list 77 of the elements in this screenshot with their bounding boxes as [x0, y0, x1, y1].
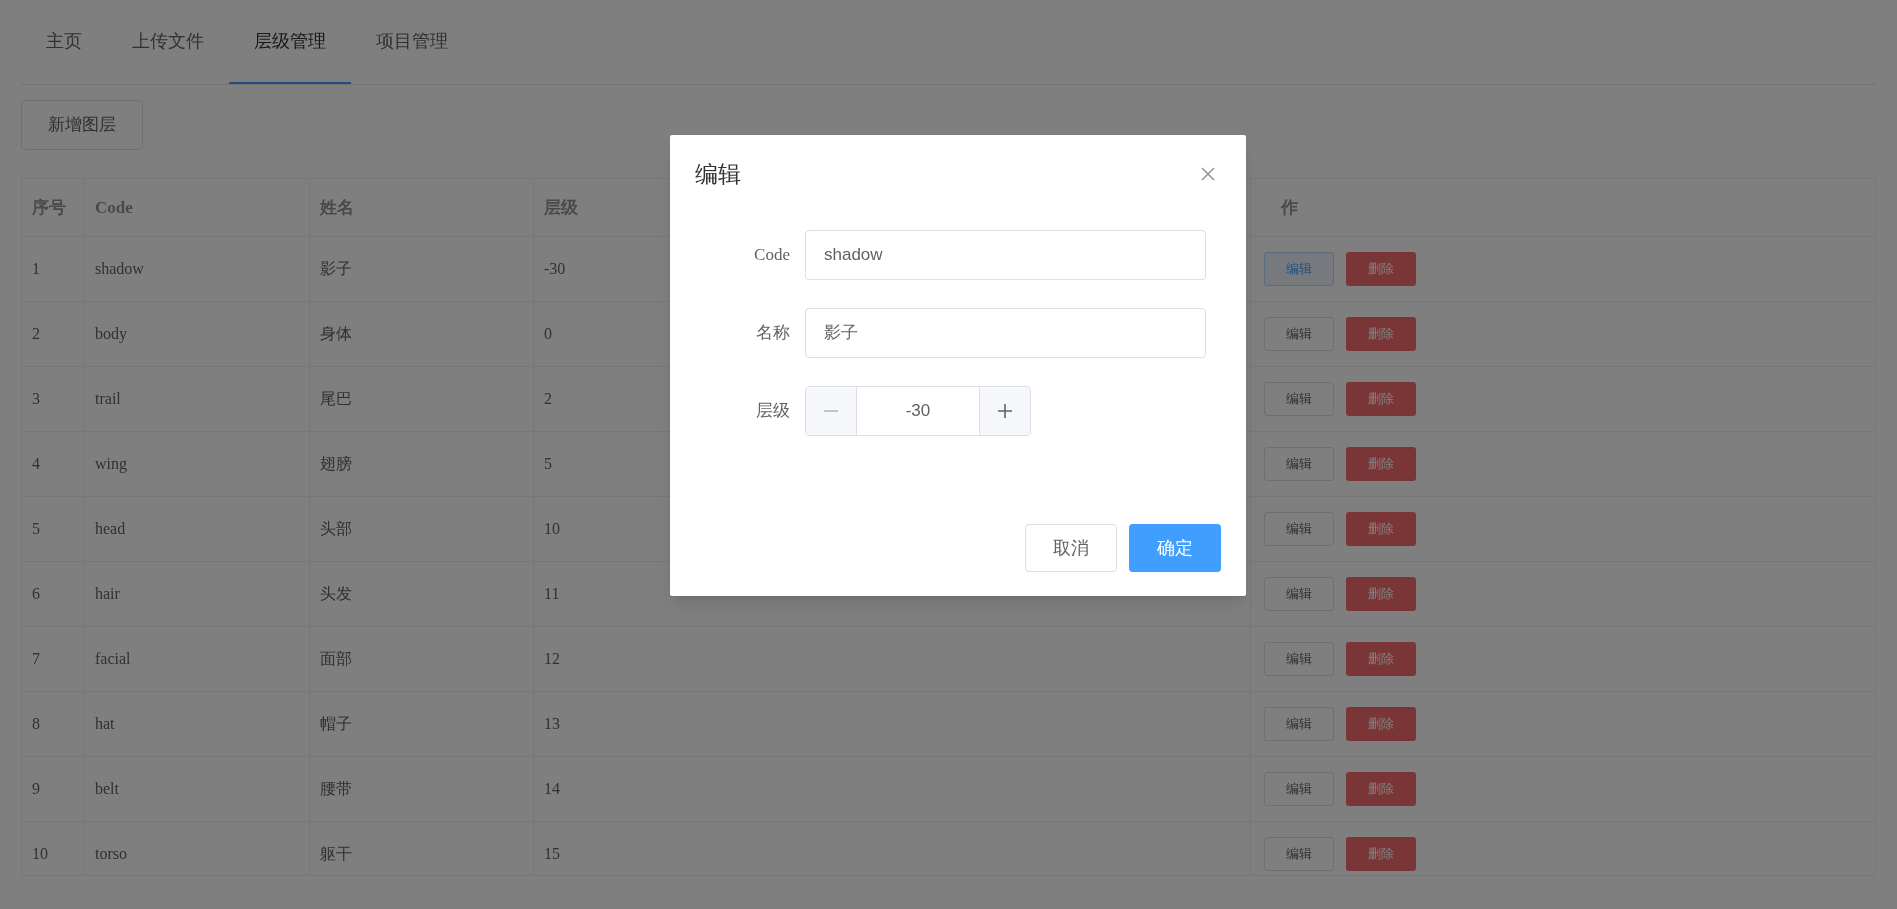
- table-cell-text: head: [95, 519, 126, 539]
- table-cell-text: 5: [32, 519, 40, 539]
- table-cell-text: 5: [544, 454, 552, 474]
- table-cell-text: 面部: [320, 649, 352, 669]
- table-cell-text: 腰带: [320, 779, 352, 799]
- delete-button[interactable]: 删除: [1346, 512, 1416, 546]
- table-cell-text: 10: [32, 844, 48, 864]
- delete-button[interactable]: 删除: [1346, 447, 1416, 481]
- table-cell-text: 躯干: [320, 844, 352, 864]
- edit-button[interactable]: 编辑: [1264, 512, 1334, 546]
- table-cell-text: body: [95, 324, 127, 345]
- text-input[interactable]: shadow: [805, 229, 1206, 280]
- table-cell-text: 翅膀: [320, 454, 352, 474]
- table-cell-text: 2: [544, 389, 552, 409]
- dialog-title: 编辑: [695, 160, 741, 189]
- table-cell-text: 15: [544, 844, 560, 864]
- table-cell-text: 1: [32, 259, 40, 279]
- edit-button[interactable]: 编辑: [1264, 317, 1334, 351]
- nav-tab[interactable]: 项目管理: [351, 0, 473, 84]
- delete-button[interactable]: 删除: [1346, 252, 1416, 286]
- edit-button[interactable]: 编辑: [1264, 707, 1334, 741]
- table-cell-text: 影子: [320, 259, 352, 279]
- edit-button[interactable]: 编辑: [1264, 642, 1334, 676]
- delete-button[interactable]: 删除: [1346, 577, 1416, 611]
- edit-button[interactable]: 编辑: [1264, 447, 1334, 481]
- cancel-button[interactable]: 取消: [1025, 524, 1117, 572]
- field-label: 名称: [756, 321, 790, 344]
- delete-button[interactable]: 删除: [1346, 837, 1416, 871]
- table-cell-text: -30: [544, 259, 566, 279]
- table-cell-text: hair: [95, 584, 120, 604]
- delete-button[interactable]: 删除: [1346, 772, 1416, 806]
- table-cell-text: 身体: [320, 324, 352, 344]
- table-cell-text: 3: [32, 389, 40, 409]
- table-cell-text: trail: [95, 389, 121, 409]
- field-label: Code: [754, 243, 790, 266]
- table-cell-text: 头部: [320, 519, 352, 539]
- table-cell-text: 帽子: [320, 714, 352, 734]
- table-cell-text: 9: [32, 779, 40, 799]
- table-cell-text: 6: [32, 584, 40, 604]
- number-value: -30: [905, 399, 931, 422]
- table-cell-text: 2: [32, 324, 40, 344]
- number-stepper[interactable]: -30: [805, 385, 1031, 436]
- edit-button[interactable]: 编辑: [1264, 837, 1334, 871]
- field-label: 层级: [756, 399, 790, 422]
- table-cell-text: 7: [32, 649, 40, 669]
- delete-button[interactable]: 删除: [1346, 707, 1416, 741]
- table-cell-text: torso: [95, 844, 127, 864]
- nav-tab[interactable]: 层级管理: [229, 0, 351, 84]
- table-cell-text: 8: [32, 714, 40, 734]
- delete-button[interactable]: 删除: [1346, 317, 1416, 351]
- table-cell-text: 11: [544, 584, 560, 604]
- plus-icon[interactable]: [998, 403, 1012, 418]
- nav-tab[interactable]: 主页: [21, 0, 107, 84]
- table-cell-text: facial: [95, 649, 131, 669]
- table-cell-text: hat: [95, 714, 115, 734]
- table-cell-text: shadow: [95, 259, 144, 279]
- table-cell-text: belt: [95, 779, 119, 799]
- edit-button[interactable]: 编辑: [1264, 772, 1334, 806]
- delete-button[interactable]: 删除: [1346, 642, 1416, 676]
- table-cell-text: 4: [32, 454, 40, 474]
- table-cell-text: 10: [544, 519, 560, 539]
- delete-button[interactable]: 删除: [1346, 382, 1416, 416]
- table-cell-text: 头发: [320, 584, 352, 604]
- table-cell-text: 13: [544, 714, 560, 734]
- table-cell-text: wing: [95, 454, 127, 475]
- confirm-button[interactable]: 确定: [1129, 524, 1221, 572]
- text-input[interactable]: 影子: [805, 307, 1206, 358]
- add-layer-button[interactable]: 新增图层: [21, 100, 143, 150]
- table-cell-text: 12: [544, 649, 560, 669]
- edit-button[interactable]: 编辑: [1264, 252, 1334, 286]
- edit-button[interactable]: 编辑: [1264, 382, 1334, 416]
- table-cell-text: 14: [544, 779, 560, 799]
- table-cell-text: 尾巴: [320, 389, 352, 409]
- nav-tab[interactable]: 上传文件: [107, 0, 229, 84]
- edit-button[interactable]: 编辑: [1264, 577, 1334, 611]
- table-cell-text: 0: [544, 324, 552, 344]
- close-icon[interactable]: [1200, 166, 1216, 183]
